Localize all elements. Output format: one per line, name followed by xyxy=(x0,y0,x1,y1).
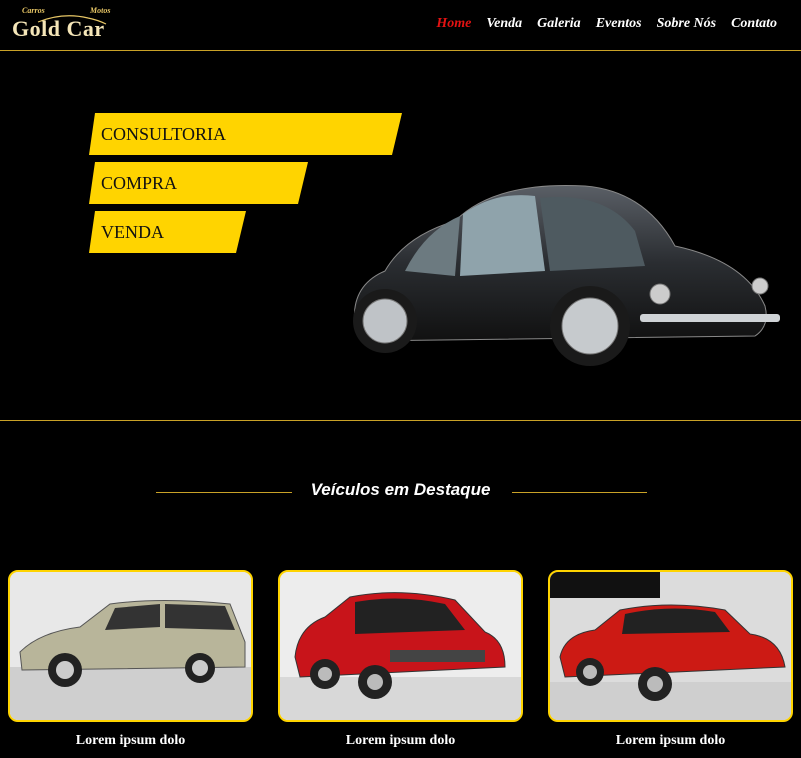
gold-car-logo[interactable]: Carros Motos Gold Car xyxy=(8,6,118,42)
vehicle-card-title: Lorem ipsum dolo xyxy=(345,733,456,748)
hero-banner: CONSULTORIA COMPRA VENDA xyxy=(0,51,801,421)
ribbon-consultoria: CONSULTORIA xyxy=(89,113,402,155)
page: Carros Motos Gold Car Home Venda Galeria… xyxy=(0,0,801,758)
title-divider-right xyxy=(512,492,647,493)
vehicle-card-image[interactable] xyxy=(278,570,523,722)
nav-eventos[interactable]: Eventos xyxy=(596,16,642,32)
nav-galeria[interactable]: Galeria xyxy=(537,16,581,32)
nav-sobre-nos[interactable]: Sobre Nós xyxy=(657,16,717,32)
vehicle-card-image[interactable] xyxy=(8,570,253,722)
main-nav: Home Venda Galeria Eventos Sobre Nós Con… xyxy=(436,16,777,32)
vehicle-photo-brasilia xyxy=(10,572,251,720)
vehicle-photo-chevette xyxy=(280,572,521,720)
logo-title: Gold Car xyxy=(12,16,105,41)
vehicle-photo-corcel xyxy=(550,572,791,720)
nav-venda[interactable]: Venda xyxy=(486,16,522,32)
ribbon-venda: VENDA xyxy=(89,211,246,253)
nav-home[interactable]: Home xyxy=(436,16,471,32)
vehicle-card-title: Lorem ipsum dolo xyxy=(615,733,726,748)
vehicle-card-title: Lorem ipsum dolo xyxy=(75,733,186,748)
hero-beetle-image xyxy=(353,184,780,366)
site-header: Carros Motos Gold Car Home Venda Galeria… xyxy=(0,0,801,51)
featured-section-title: Veículos em Destaque xyxy=(310,480,491,499)
ribbon-compra: COMPRA xyxy=(89,162,308,204)
vehicle-card-image[interactable] xyxy=(548,570,793,722)
nav-contato[interactable]: Contato xyxy=(731,16,777,32)
